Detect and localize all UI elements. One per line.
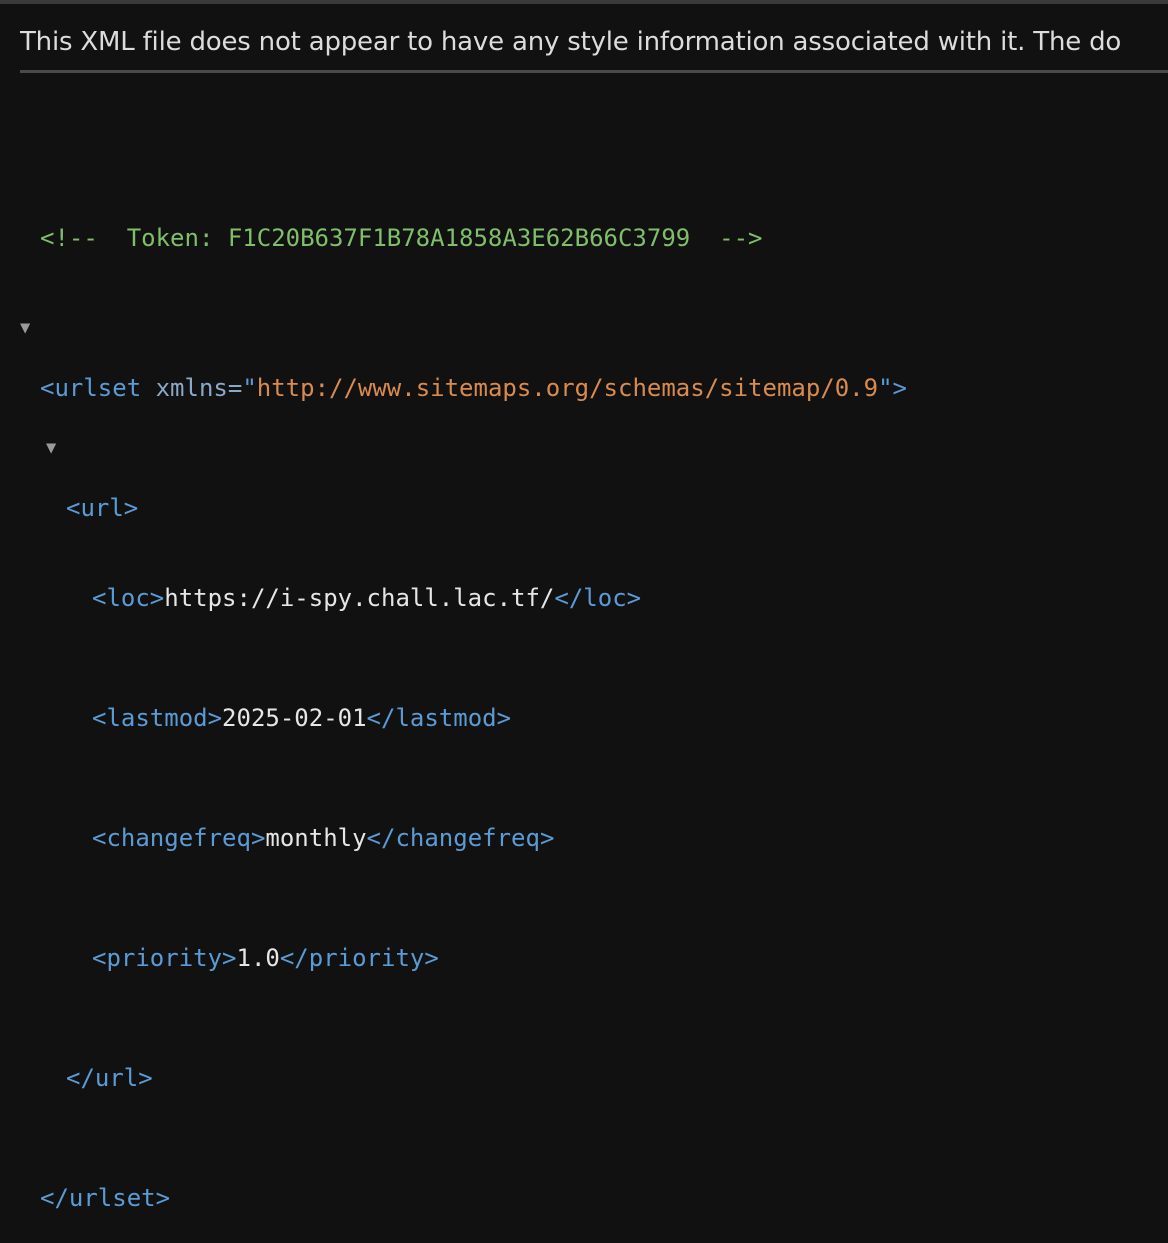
priority-element: <priority>1.0</priority>: [92, 943, 439, 973]
lastmod-open-tag: <lastmod>: [92, 704, 223, 732]
no-style-notice-bar: This XML file does not appear to have an…: [20, 22, 1168, 73]
url-open-line: ▼ <url>: [0, 433, 1168, 522]
changefreq-value: monthly: [265, 824, 367, 852]
url-close-line: </url>: [0, 1033, 1168, 1092]
changefreq-line: <changefreq>monthly</changefreq>: [0, 793, 1168, 852]
urlset-open-line: ▼ <urlset xmlns="http://www.sitemaps.org…: [0, 313, 1168, 402]
loc-element: <loc>https://i-spy.chall.lac.tf/</loc>: [92, 583, 641, 613]
urlset-tag-name: <urlset: [40, 374, 142, 402]
urlset-close-line: </urlset>: [0, 1153, 1168, 1212]
url-open-tag: <url>: [66, 494, 139, 522]
url-close-tag: </url>: [66, 1064, 153, 1092]
xmlns-attribute-value: http://www.sitemaps.org/schemas/sitemap/…: [256, 374, 879, 402]
priority-open-tag: <priority>: [92, 944, 237, 972]
xmlns-quote-close: ": [878, 374, 893, 402]
xmlns-quote-open: ": [242, 374, 257, 402]
collapse-url-toggle-icon[interactable]: ▼: [46, 433, 56, 463]
no-style-notice-text: This XML file does not appear to have an…: [20, 27, 1122, 57]
changefreq-open-tag: <changefreq>: [92, 824, 266, 852]
urlset-open-bracket-end: >: [892, 374, 907, 402]
xmlns-attribute-name: xmlns=: [141, 374, 243, 402]
lastmod-line: <lastmod>2025-02-01</lastmod>: [0, 673, 1168, 732]
lastmod-close-tag: </lastmod>: [366, 704, 512, 732]
urlset-open-tag: <urlset xmlns="http://www.sitemaps.org/s…: [40, 373, 907, 403]
changefreq-close-tag: </changefreq>: [366, 824, 555, 852]
token-comment-line: <!-- Token: F1C20B637F1B78A1858A3E62B66C…: [0, 193, 1168, 252]
loc-value: https://i-spy.chall.lac.tf/: [164, 584, 555, 612]
priority-close-tag: </priority>: [279, 944, 439, 972]
changefreq-element: <changefreq>monthly</changefreq>: [92, 823, 554, 853]
window-top-edge: [0, 0, 1168, 4]
loc-close-tag: </loc>: [554, 584, 642, 612]
xml-tree-viewer: <!-- Token: F1C20B637F1B78A1858A3E62B66C…: [0, 103, 1168, 1243]
lastmod-element: <lastmod>2025-02-01</lastmod>: [92, 703, 511, 733]
lastmod-value: 2025-02-01: [222, 704, 367, 732]
loc-line: <loc>https://i-spy.chall.lac.tf/</loc>: [0, 553, 1168, 612]
priority-value: 1.0: [236, 944, 280, 972]
urlset-close-tag: </urlset>: [40, 1184, 171, 1212]
priority-line: <priority>1.0</priority>: [0, 913, 1168, 972]
collapse-urlset-toggle-icon[interactable]: ▼: [20, 313, 30, 343]
token-comment: <!-- Token: F1C20B637F1B78A1858A3E62B66C…: [40, 224, 763, 252]
loc-open-tag: <loc>: [92, 584, 165, 612]
